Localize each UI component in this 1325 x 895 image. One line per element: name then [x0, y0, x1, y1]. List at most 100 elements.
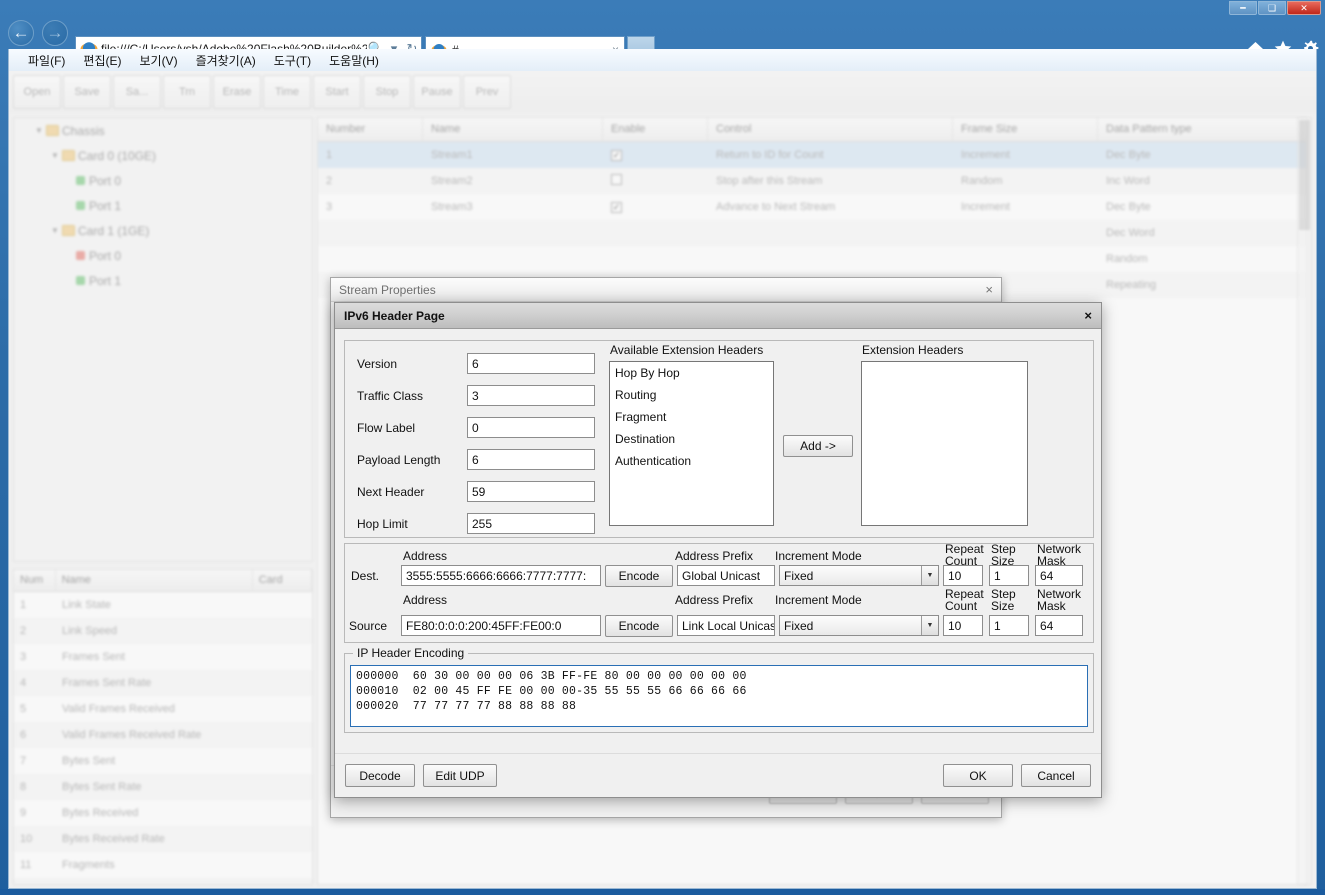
traffic-class-input[interactable]: 3: [467, 385, 595, 406]
table-row[interactable]: 6 Valid Frames Received Rate: [14, 722, 312, 748]
enable-checkbox[interactable]: [611, 174, 622, 185]
menu-edit[interactable]: 편집(E): [74, 50, 130, 71]
table-row[interactable]: 9 Bytes Received: [14, 800, 312, 826]
cell-enable[interactable]: [603, 174, 708, 188]
dest-repeat-count-input[interactable]: 10: [943, 565, 983, 586]
table-row[interactable]: 2 Link Speed: [14, 618, 312, 644]
toolbar-saveas-button[interactable]: Sa...: [113, 75, 161, 109]
ok-button[interactable]: OK: [943, 764, 1013, 787]
cell-enable[interactable]: ✓: [603, 149, 708, 161]
table-row[interactable]: 1 Link State: [14, 592, 312, 618]
table-row[interactable]: 12Undersize: [14, 878, 312, 884]
source-encode-button[interactable]: Encode: [605, 615, 673, 637]
available-extension-headers-list[interactable]: Hop By Hop Routing Fragment Destination …: [609, 361, 774, 526]
tree-item-card1-port1[interactable]: Port 1: [14, 268, 312, 293]
cancel-button[interactable]: Cancel: [1021, 764, 1091, 787]
dest-address-prefix-input[interactable]: Global Unicast: [677, 565, 775, 586]
scrollbar-thumb[interactable]: [1299, 120, 1310, 230]
toolbar-erase-button[interactable]: Erase: [213, 75, 261, 109]
maximize-button[interactable]: ❑: [1258, 1, 1286, 15]
ipv6-dialog-title: IPv6 Header Page: [344, 308, 445, 323]
forward-button[interactable]: →: [42, 20, 68, 46]
source-address-prefix-input[interactable]: Link Local Unicas: [677, 615, 775, 636]
table-row[interactable]: 1 Stream1 ✓ Return to ID for Count Incre…: [318, 142, 1306, 168]
flow-label-input[interactable]: 0: [467, 417, 595, 438]
dest-encode-button[interactable]: Encode: [605, 565, 673, 587]
chevron-down-icon[interactable]: ▼: [921, 566, 938, 585]
list-item[interactable]: Hop By Hop: [610, 362, 773, 384]
close-icon[interactable]: ×: [985, 282, 993, 297]
add-extension-header-button[interactable]: Add ->: [783, 435, 853, 457]
list-item[interactable]: Destination: [610, 428, 773, 450]
source-prefix-col-label: Address Prefix: [675, 593, 754, 607]
edit-udp-button[interactable]: Edit UDP: [423, 764, 497, 787]
dest-step-size-input[interactable]: 1: [989, 565, 1029, 586]
toolbar-start-button[interactable]: Start: [313, 75, 361, 109]
tree-item-card1[interactable]: ▼ Card 1 (1GE): [14, 218, 312, 243]
source-increment-mode-select[interactable]: Fixed ▼: [779, 615, 939, 636]
source-network-mask-input[interactable]: 64: [1035, 615, 1083, 636]
hex-dump-textarea[interactable]: 000000 60 30 00 00 00 06 3B FF-FE 80 00 …: [350, 665, 1088, 727]
dest-address-input[interactable]: 3555:5555:6666:6666:7777:7777:: [401, 565, 601, 586]
cell-num: 11: [20, 859, 32, 871]
menu-file[interactable]: 파일(F): [19, 50, 74, 71]
toolbar-prev-button[interactable]: Prev: [463, 75, 511, 109]
toolbar-stop-button[interactable]: Stop: [363, 75, 411, 109]
close-icon[interactable]: ×: [1084, 308, 1092, 323]
payload-length-input[interactable]: 6: [467, 449, 595, 470]
tree-item-card0[interactable]: ▼ Card 0 (10GE): [14, 143, 312, 168]
decode-button[interactable]: Decode: [345, 764, 415, 787]
tree-item-card1-port0[interactable]: Port 0: [14, 243, 312, 268]
table-row[interactable]: 3 Frames Sent: [14, 644, 312, 670]
close-window-button[interactable]: ✕: [1287, 1, 1321, 15]
list-item[interactable]: Routing: [610, 384, 773, 406]
table-row[interactable]: 11 Fragments: [14, 852, 312, 878]
source-repeat-count-col-label: Repeat Count: [945, 588, 987, 612]
back-button[interactable]: ←: [8, 20, 34, 46]
table-row[interactable]: Random: [318, 246, 1306, 272]
table-row[interactable]: 8 Bytes Sent Rate: [14, 774, 312, 800]
stream-grid-scrollbar[interactable]: [1297, 117, 1312, 885]
toolbar-open-button[interactable]: Open: [13, 75, 61, 109]
table-row[interactable]: 2 Stream2 Stop after this Stream Random …: [318, 168, 1306, 194]
toolbar-pause-button[interactable]: Pause: [413, 75, 461, 109]
next-header-input[interactable]: 59: [467, 481, 595, 502]
statistics-grid: Num Name Card 1 Link State 2 Link Speed 3 F…: [13, 569, 313, 885]
table-row[interactable]: Dec Word: [318, 220, 1306, 246]
toolbar-trn-button[interactable]: Trn: [163, 75, 211, 109]
menu-tools[interactable]: 도구(T): [265, 50, 320, 71]
cell-enable[interactable]: ✓: [603, 201, 708, 213]
list-item[interactable]: Authentication: [610, 450, 773, 472]
table-row[interactable]: 3 Stream3 ✓ Advance to Next Stream Incre…: [318, 194, 1306, 220]
table-row[interactable]: 10 Bytes Received Rate: [14, 826, 312, 852]
tree-item-card0-port0[interactable]: Port 0: [14, 168, 312, 193]
table-row[interactable]: 5 Valid Frames Received: [14, 696, 312, 722]
tree-item-chassis[interactable]: ▼ Chassis: [14, 118, 312, 143]
source-step-size-input[interactable]: 1: [989, 615, 1029, 636]
cell-pattern: Dec Byte: [1106, 149, 1151, 161]
dest-increment-mode-select[interactable]: Fixed ▼: [779, 565, 939, 586]
hop-limit-input[interactable]: 255: [467, 513, 595, 534]
list-item[interactable]: Fragment: [610, 406, 773, 428]
minimize-button[interactable]: ━: [1229, 1, 1257, 15]
dest-network-mask-input[interactable]: 64: [1035, 565, 1083, 586]
menu-help[interactable]: 도움말(H): [320, 50, 388, 71]
expander-icon[interactable]: ▼: [48, 226, 62, 235]
enable-checkbox[interactable]: ✓: [611, 202, 622, 213]
tree-item-card0-port1[interactable]: Port 1: [14, 193, 312, 218]
expander-icon[interactable]: ▼: [32, 126, 46, 135]
expander-icon[interactable]: ▼: [48, 151, 62, 160]
chevron-down-icon[interactable]: ▼: [921, 616, 938, 635]
dest-prefix-col-label: Address Prefix: [675, 549, 754, 563]
table-row[interactable]: 7 Bytes Sent: [14, 748, 312, 774]
version-input[interactable]: 6: [467, 353, 595, 374]
menu-favorites[interactable]: 즐겨찾기(A): [187, 50, 265, 71]
toolbar-time-button[interactable]: Time: [263, 75, 311, 109]
toolbar-save-button[interactable]: Save: [63, 75, 111, 109]
enable-checkbox[interactable]: ✓: [611, 150, 622, 161]
table-row[interactable]: 4 Frames Sent Rate: [14, 670, 312, 696]
menu-view[interactable]: 보기(V): [130, 50, 186, 71]
extension-headers-list[interactable]: [861, 361, 1028, 526]
source-repeat-count-input[interactable]: 10: [943, 615, 983, 636]
source-address-input[interactable]: FE80:0:0:0:200:45FF:FE00:0: [401, 615, 601, 636]
